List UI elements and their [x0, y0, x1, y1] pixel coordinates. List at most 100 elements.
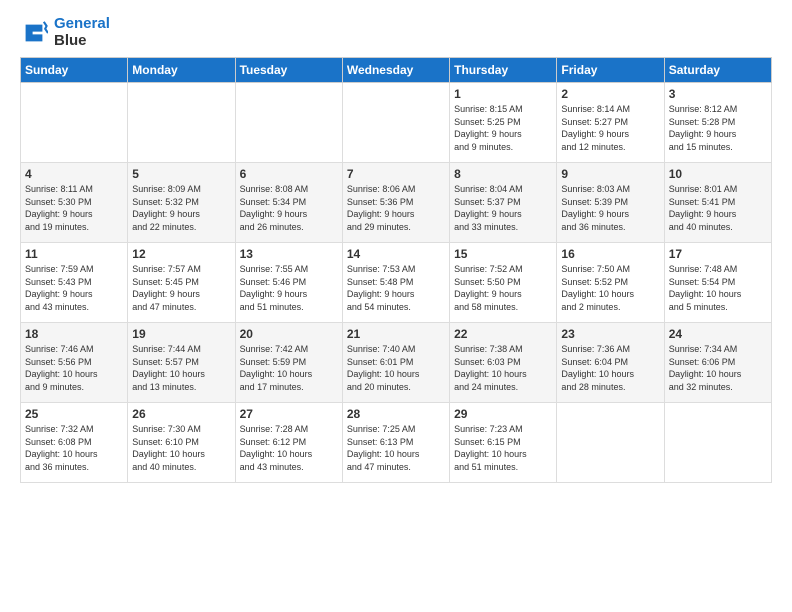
day-info: Sunrise: 7:44 AM Sunset: 5:57 PM Dayligh… — [132, 343, 230, 393]
day-info: Sunrise: 8:09 AM Sunset: 5:32 PM Dayligh… — [132, 183, 230, 233]
weekday-header-tuesday: Tuesday — [235, 58, 342, 83]
logo: General Blue — [20, 16, 110, 49]
weekday-header-saturday: Saturday — [664, 58, 771, 83]
day-info: Sunrise: 8:11 AM Sunset: 5:30 PM Dayligh… — [25, 183, 123, 233]
day-number: 11 — [25, 247, 123, 261]
calendar-week-3: 18 Sunrise: 7:46 AM Sunset: 5:56 PM Dayli… — [21, 323, 772, 403]
calendar-cell: 11 Sunrise: 7:59 AM Sunset: 5:43 PM Dayli… — [21, 243, 128, 323]
day-info: Sunrise: 7:38 AM Sunset: 6:03 PM Dayligh… — [454, 343, 552, 393]
day-info: Sunrise: 7:34 AM Sunset: 6:06 PM Dayligh… — [669, 343, 767, 393]
day-info: Sunrise: 7:48 AM Sunset: 5:54 PM Dayligh… — [669, 263, 767, 313]
day-info: Sunrise: 8:04 AM Sunset: 5:37 PM Dayligh… — [454, 183, 552, 233]
day-number: 8 — [454, 167, 552, 181]
day-number: 9 — [561, 167, 659, 181]
calendar-cell: 21 Sunrise: 7:40 AM Sunset: 6:01 PM Dayli… — [342, 323, 449, 403]
calendar-cell: 28 Sunrise: 7:25 AM Sunset: 6:13 PM Dayli… — [342, 403, 449, 483]
day-number: 17 — [669, 247, 767, 261]
day-info: Sunrise: 7:52 AM Sunset: 5:50 PM Dayligh… — [454, 263, 552, 313]
day-info: Sunrise: 7:55 AM Sunset: 5:46 PM Dayligh… — [240, 263, 338, 313]
calendar-cell: 26Sunrise: 7:30 AM Sunset: 6:10 PM Dayli… — [128, 403, 235, 483]
day-number: 12 — [132, 247, 230, 261]
calendar-cell: 9 Sunrise: 8:03 AM Sunset: 5:39 PM Daylig… — [557, 163, 664, 243]
calendar-week-2: 11 Sunrise: 7:59 AM Sunset: 5:43 PM Dayli… — [21, 243, 772, 323]
calendar-table: SundayMondayTuesdayWednesdayThursdayFrid… — [20, 57, 772, 483]
calendar-cell: 7 Sunrise: 8:06 AM Sunset: 5:36 PM Daylig… — [342, 163, 449, 243]
day-number: 23 — [561, 327, 659, 341]
header: General Blue — [20, 16, 772, 49]
logo-text: General Blue — [54, 16, 110, 49]
day-info: Sunrise: 7:40 AM Sunset: 6:01 PM Dayligh… — [347, 343, 445, 393]
day-number: 16 — [561, 247, 659, 261]
calendar-cell — [21, 83, 128, 163]
weekday-header-wednesday: Wednesday — [342, 58, 449, 83]
calendar-cell: 15 Sunrise: 7:52 AM Sunset: 5:50 PM Dayli… — [450, 243, 557, 323]
calendar-cell: 10 Sunrise: 8:01 AM Sunset: 5:41 PM Dayli… — [664, 163, 771, 243]
day-info: Sunrise: 8:01 AM Sunset: 5:41 PM Dayligh… — [669, 183, 767, 233]
weekday-header-monday: Monday — [128, 58, 235, 83]
calendar-cell: 20 Sunrise: 7:42 AM Sunset: 5:59 PM Dayli… — [235, 323, 342, 403]
day-info: Sunrise: 7:42 AM Sunset: 5:59 PM Dayligh… — [240, 343, 338, 393]
day-info: Sunrise: 7:30 AM Sunset: 6:10 PM Dayligh… — [132, 423, 230, 473]
calendar-cell: 24 Sunrise: 7:34 AM Sunset: 6:06 PM Dayli… — [664, 323, 771, 403]
day-info: Sunrise: 7:59 AM Sunset: 5:43 PM Dayligh… — [25, 263, 123, 313]
calendar-cell — [342, 83, 449, 163]
calendar-cell: 16 Sunrise: 7:50 AM Sunset: 5:52 PM Dayli… — [557, 243, 664, 323]
day-info: Sunrise: 7:36 AM Sunset: 6:04 PM Dayligh… — [561, 343, 659, 393]
day-number: 24 — [669, 327, 767, 341]
page: General Blue SundayMondayTuesdayWednesda… — [0, 0, 792, 493]
calendar-body: 1 Sunrise: 8:15 AM Sunset: 5:25 PM Daylig… — [21, 83, 772, 483]
calendar-cell: 22 Sunrise: 7:38 AM Sunset: 6:03 PM Dayli… — [450, 323, 557, 403]
day-info: Sunrise: 7:32 AM Sunset: 6:08 PM Dayligh… — [25, 423, 123, 473]
day-number: 28 — [347, 407, 445, 421]
calendar-cell: 2Sunrise: 8:14 AM Sunset: 5:27 PM Daylig… — [557, 83, 664, 163]
day-number: 21 — [347, 327, 445, 341]
calendar-week-1: 4 Sunrise: 8:11 AM Sunset: 5:30 PM Daylig… — [21, 163, 772, 243]
calendar-cell — [664, 403, 771, 483]
weekday-header-sunday: Sunday — [21, 58, 128, 83]
day-info: Sunrise: 8:08 AM Sunset: 5:34 PM Dayligh… — [240, 183, 338, 233]
day-number: 20 — [240, 327, 338, 341]
calendar-cell: 18 Sunrise: 7:46 AM Sunset: 5:56 PM Dayli… — [21, 323, 128, 403]
day-info: Sunrise: 7:28 AM Sunset: 6:12 PM Dayligh… — [240, 423, 338, 473]
day-number: 7 — [347, 167, 445, 181]
calendar-week-4: 25 Sunrise: 7:32 AM Sunset: 6:08 PM Dayli… — [21, 403, 772, 483]
day-number: 25 — [25, 407, 123, 421]
day-number: 5 — [132, 167, 230, 181]
day-number: 29 — [454, 407, 552, 421]
day-info: Sunrise: 7:53 AM Sunset: 5:48 PM Dayligh… — [347, 263, 445, 313]
calendar-cell: 14 Sunrise: 7:53 AM Sunset: 5:48 PM Dayli… — [342, 243, 449, 323]
day-info: Sunrise: 8:14 AM Sunset: 5:27 PM Dayligh… — [561, 103, 659, 153]
calendar-cell: 8 Sunrise: 8:04 AM Sunset: 5:37 PM Daylig… — [450, 163, 557, 243]
day-number: 22 — [454, 327, 552, 341]
calendar-week-0: 1 Sunrise: 8:15 AM Sunset: 5:25 PM Daylig… — [21, 83, 772, 163]
day-info: Sunrise: 7:25 AM Sunset: 6:13 PM Dayligh… — [347, 423, 445, 473]
day-info: Sunrise: 7:57 AM Sunset: 5:45 PM Dayligh… — [132, 263, 230, 313]
day-number: 14 — [347, 247, 445, 261]
calendar-cell — [128, 83, 235, 163]
day-number: 4 — [25, 167, 123, 181]
calendar-cell: 19 Sunrise: 7:44 AM Sunset: 5:57 PM Dayli… — [128, 323, 235, 403]
calendar-cell: 6Sunrise: 8:08 AM Sunset: 5:34 PM Daylig… — [235, 163, 342, 243]
day-number: 3 — [669, 87, 767, 101]
day-info: Sunrise: 8:12 AM Sunset: 5:28 PM Dayligh… — [669, 103, 767, 153]
day-number: 19 — [132, 327, 230, 341]
calendar-cell: 1 Sunrise: 8:15 AM Sunset: 5:25 PM Daylig… — [450, 83, 557, 163]
day-info: Sunrise: 8:06 AM Sunset: 5:36 PM Dayligh… — [347, 183, 445, 233]
day-info: Sunrise: 8:03 AM Sunset: 5:39 PM Dayligh… — [561, 183, 659, 233]
day-number: 18 — [25, 327, 123, 341]
calendar-cell: 12 Sunrise: 7:57 AM Sunset: 5:45 PM Dayli… — [128, 243, 235, 323]
day-info: Sunrise: 8:15 AM Sunset: 5:25 PM Dayligh… — [454, 103, 552, 153]
day-number: 15 — [454, 247, 552, 261]
day-number: 1 — [454, 87, 552, 101]
day-info: Sunrise: 7:23 AM Sunset: 6:15 PM Dayligh… — [454, 423, 552, 473]
calendar-header-row: SundayMondayTuesdayWednesdayThursdayFrid… — [21, 58, 772, 83]
day-info: Sunrise: 7:46 AM Sunset: 5:56 PM Dayligh… — [25, 343, 123, 393]
day-number: 10 — [669, 167, 767, 181]
weekday-header-thursday: Thursday — [450, 58, 557, 83]
day-number: 13 — [240, 247, 338, 261]
calendar-cell — [235, 83, 342, 163]
calendar-cell: 23 Sunrise: 7:36 AM Sunset: 6:04 PM Dayli… — [557, 323, 664, 403]
day-number: 27 — [240, 407, 338, 421]
day-info: Sunrise: 7:50 AM Sunset: 5:52 PM Dayligh… — [561, 263, 659, 313]
calendar-cell: 17 Sunrise: 7:48 AM Sunset: 5:54 PM Dayli… — [664, 243, 771, 323]
